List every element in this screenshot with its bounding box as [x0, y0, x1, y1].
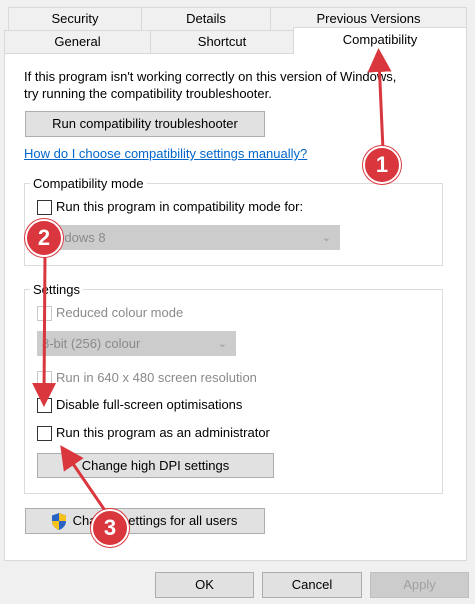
apply-button[interactable]: Apply: [370, 572, 469, 598]
cancel-button[interactable]: Cancel: [262, 572, 362, 598]
help-link[interactable]: How do I choose compatibility settings m…: [24, 146, 307, 161]
tab-compatibility[interactable]: Compatibility: [293, 27, 467, 54]
colour-select[interactable]: 8-bit (256) colour ⌄: [37, 331, 236, 356]
annotation-badge-1: 1: [363, 146, 401, 184]
reduced-colour-checkbox[interactable]: [37, 306, 52, 321]
settings-title: Settings: [30, 282, 83, 298]
tab-general[interactable]: General: [4, 30, 151, 54]
compatibility-mode-title: Compatibility mode: [30, 176, 147, 192]
change-dpi-button[interactable]: Change high DPI settings: [37, 453, 274, 478]
disable-fullscreen-label: Disable full-screen optimisations: [56, 397, 243, 412]
chevron-down-icon: ⌄: [217, 338, 227, 350]
os-select[interactable]: Windows 8 ⌄: [37, 225, 340, 250]
chevron-down-icon: ⌄: [321, 232, 331, 244]
compatibility-mode-label: Run this program in compatibility mode f…: [56, 199, 304, 214]
change-all-users-button[interactable]: Change settings for all users: [25, 508, 265, 534]
run-640-checkbox[interactable]: [37, 371, 52, 386]
annotation-badge-3: 3: [91, 509, 129, 547]
annotation-badge-2: 2: [25, 219, 63, 257]
colour-select-value: 8-bit (256) colour: [42, 336, 141, 351]
disable-fullscreen-checkbox[interactable]: [37, 398, 52, 413]
uac-shield-icon: [52, 513, 66, 530]
tab-shortcut[interactable]: Shortcut: [150, 30, 294, 54]
run-troubleshooter-button[interactable]: Run compatibility troubleshooter: [25, 111, 265, 137]
run-640-label: Run in 640 x 480 screen resolution: [56, 370, 257, 385]
tab-security[interactable]: Security: [8, 7, 142, 31]
run-admin-checkbox[interactable]: [37, 426, 52, 441]
intro-text: If this program isn't working correctly …: [24, 69, 397, 101]
reduced-colour-label: Reduced colour mode: [56, 305, 184, 320]
ok-button[interactable]: OK: [155, 572, 254, 598]
compatibility-mode-checkbox[interactable]: [37, 200, 52, 215]
run-admin-label: Run this program as an administrator: [56, 425, 270, 440]
tab-details[interactable]: Details: [141, 7, 271, 31]
